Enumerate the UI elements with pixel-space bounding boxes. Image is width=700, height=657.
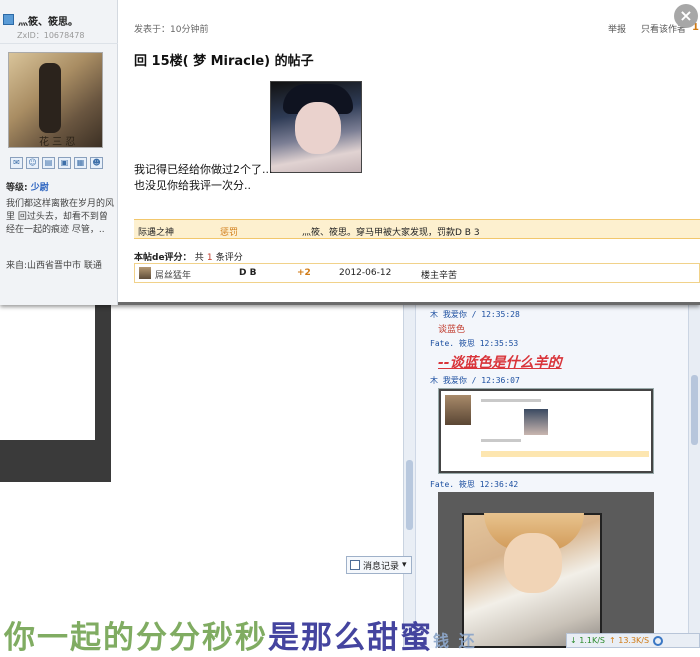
clock-icon bbox=[350, 560, 360, 570]
rating-currency: D B bbox=[239, 268, 257, 278]
left-scrollbar[interactable] bbox=[403, 300, 415, 648]
chat-scrollbar[interactable] bbox=[688, 300, 700, 648]
chat-message-header: Fate. 筱思 12:36:42 bbox=[430, 480, 519, 489]
rating-amount: +2 bbox=[297, 268, 311, 278]
photo-icon[interactable]: ▣ bbox=[58, 157, 71, 169]
chevron-down-icon: ▾ bbox=[402, 560, 407, 570]
rating-date: 2012-06-12 bbox=[339, 268, 392, 278]
author-bio: 我们都这样离散在岁月的风里 回过头去，却看不到曾经在一起的痕迹 尽管，.. bbox=[6, 199, 115, 235]
scrollbar-thumb[interactable] bbox=[406, 460, 413, 530]
chat-message-text: --谈蓝色是什么羊的 bbox=[438, 355, 562, 371]
post-body-line: 也没见你给我评一次分.. bbox=[134, 179, 251, 192]
thumbnail-bar bbox=[481, 451, 649, 457]
punishment-row: 际遇之神 惩罚 灬筱、筱思。穿马甲被大家发现，罚款D B 3 bbox=[134, 219, 700, 239]
rating-row: 屌丝猛年 D B +2 2012-06-12 楼主辛苦 bbox=[134, 263, 700, 283]
person-icon[interactable]: ☻ bbox=[90, 157, 103, 169]
author-level: 等级: 少尉 bbox=[6, 183, 49, 193]
post-body: 我记得已经给你做过2个了... 也没见你给我评一次分.. bbox=[134, 162, 273, 194]
message-record-button[interactable]: 消息记录 ▾ bbox=[346, 556, 412, 574]
post-image[interactable] bbox=[270, 81, 362, 173]
browser-icon[interactable] bbox=[653, 635, 664, 646]
avatar-caption: 花 三 忍 bbox=[39, 137, 76, 148]
author-toolbar: ✉ ☺ ▤ ▣ ▦ ☻ bbox=[10, 157, 103, 169]
rater-avatar bbox=[139, 267, 151, 279]
post-time: 发表于：10分钟前 bbox=[134, 25, 209, 35]
author-name[interactable]: 灬筱、筱思。 bbox=[18, 13, 78, 28]
chat-message-header: Fate. 筱思 12:35:53 bbox=[430, 339, 519, 348]
upload-speed: ↑ 13.3K/S bbox=[609, 636, 650, 645]
author-header: 灬筱、筱思。 ZxID：10678478 bbox=[0, 0, 118, 44]
lyric-part: 你一起的分分秒秒 bbox=[4, 620, 268, 656]
rating-comment: 楼主辛苦 bbox=[421, 271, 458, 281]
chat-message-header: 木 我爱你 / 12:35:28 bbox=[430, 310, 520, 319]
mail-icon[interactable]: ✉ bbox=[10, 157, 23, 169]
rating-count: 1 bbox=[206, 253, 213, 263]
post-content: 发表于：10分钟前 举报 只看该作者 1 回 15楼( 梦 Miracle) 的… bbox=[118, 0, 700, 305]
rating-summary: 本帖de评分： 共 1 条评分 bbox=[134, 253, 243, 263]
screenshot-thumbnail[interactable] bbox=[438, 388, 654, 474]
lyric-part: 是那么甜蜜 bbox=[268, 620, 433, 656]
chat-message-text: 谈蓝色 bbox=[438, 325, 466, 335]
post-body-line: 我记得已经给你做过2个了... bbox=[134, 163, 273, 176]
close-button[interactable]: × bbox=[674, 4, 698, 28]
dark-block bbox=[0, 440, 111, 482]
level-value: 少尉 bbox=[30, 183, 49, 193]
chat-scrollbar-thumb[interactable] bbox=[691, 375, 698, 445]
chat-message-header: 木 我爱你 / 12:36:07 bbox=[430, 376, 520, 385]
avatar[interactable]: 花 三 忍 bbox=[8, 52, 103, 148]
author-location: 来自:山西省晋中市 联通 bbox=[6, 261, 102, 271]
punish-reason: 灬筱、筱思。穿马甲被大家发现，罚款D B 3 bbox=[302, 228, 480, 238]
network-statusbar: ↓ 1.1K/S ↑ 13.3K/S bbox=[566, 633, 700, 648]
chat-image[interactable] bbox=[462, 513, 602, 648]
post-title: 回 15楼( 梦 Miracle) 的帖子 bbox=[134, 54, 314, 69]
report-link[interactable]: 举报 bbox=[608, 22, 626, 35]
thumbnail-photo bbox=[524, 409, 548, 435]
add-friend-icon[interactable]: ☺ bbox=[26, 157, 39, 169]
user-icon bbox=[3, 14, 14, 25]
grid-icon[interactable]: ▦ bbox=[74, 157, 87, 169]
author-id: ZxID：10678478 bbox=[17, 31, 85, 40]
doc-icon[interactable]: ▤ bbox=[42, 157, 55, 169]
punish-type: 惩罚 bbox=[220, 228, 239, 238]
post-window: 灬筱、筱思。 ZxID：10678478 花 三 忍 ✉ ☺ ▤ ▣ ▦ ☻ 等… bbox=[0, 0, 700, 305]
download-speed: ↓ 1.1K/S bbox=[570, 636, 605, 645]
lyric-caption: 你一起的分分秒秒是那么甜蜜钱 还 bbox=[4, 612, 477, 657]
punisher: 际遇之神 bbox=[138, 228, 175, 238]
thumbnail-avatar bbox=[445, 395, 471, 425]
message-record-label: 消息记录 bbox=[363, 561, 400, 572]
author-sidebar: 灬筱、筱思。 ZxID：10678478 花 三 忍 ✉ ☺ ▤ ▣ ▦ ☻ 等… bbox=[0, 0, 118, 305]
rater-name[interactable]: 屌丝猛年 bbox=[155, 268, 191, 281]
